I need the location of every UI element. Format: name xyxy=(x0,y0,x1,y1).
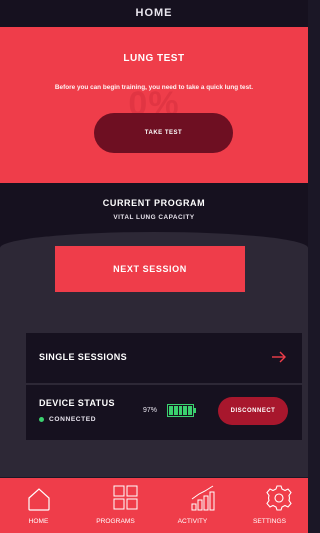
bottom-navigation: HOME PROGRAMS ACTIVITY SETTINGS xyxy=(0,478,308,533)
tab-activity[interactable]: ACTIVITY xyxy=(154,478,231,533)
programs-grid-icon xyxy=(113,485,138,510)
activity-chart-icon xyxy=(191,485,215,511)
top-bar: HOME xyxy=(0,0,308,27)
tab-activity-label: ACTIVITY xyxy=(177,518,208,525)
page-title: HOME xyxy=(135,7,173,19)
tab-settings-label: SETTINGS xyxy=(253,518,286,525)
single-sessions-row[interactable]: SINGLE SESSIONS xyxy=(26,333,302,383)
device-status-title: DEVICE STATUS xyxy=(39,398,115,408)
current-program-name: VITAL LUNG CAPACITY xyxy=(113,214,195,221)
disconnect-button[interactable]: DISCONNECT xyxy=(218,397,288,425)
tab-programs-label: PROGRAMS xyxy=(96,518,135,525)
home-icon xyxy=(28,488,50,511)
device-status-row: DEVICE STATUS CONNECTED 97% DISCONNECT xyxy=(26,385,302,440)
connection-status-text: CONNECTED xyxy=(49,416,97,423)
battery-percent: 97% xyxy=(143,407,158,414)
battery-icon xyxy=(167,404,196,417)
tab-home-label: HOME xyxy=(28,518,49,525)
lung-test-card: 0% LUNG TEST Before you can begin traini… xyxy=(0,27,308,183)
current-program-title: CURRENT PROGRAM xyxy=(102,198,206,208)
next-session-button[interactable]: NEXT SESSION xyxy=(55,246,245,292)
arrow-right-icon xyxy=(272,351,286,363)
connection-status: CONNECTED xyxy=(39,416,96,423)
tab-home[interactable]: HOME xyxy=(0,478,77,533)
take-test-button[interactable]: TAKE TEST xyxy=(94,113,233,153)
tab-programs[interactable]: PROGRAMS xyxy=(77,478,154,533)
single-sessions-label: SINGLE SESSIONS xyxy=(39,352,128,362)
gear-icon xyxy=(266,485,292,511)
lung-test-title: LUNG TEST xyxy=(123,53,185,64)
lung-test-description: Before you can begin training, you need … xyxy=(54,84,254,91)
tab-settings[interactable]: SETTINGS xyxy=(231,478,308,533)
connected-dot-icon xyxy=(39,417,44,422)
